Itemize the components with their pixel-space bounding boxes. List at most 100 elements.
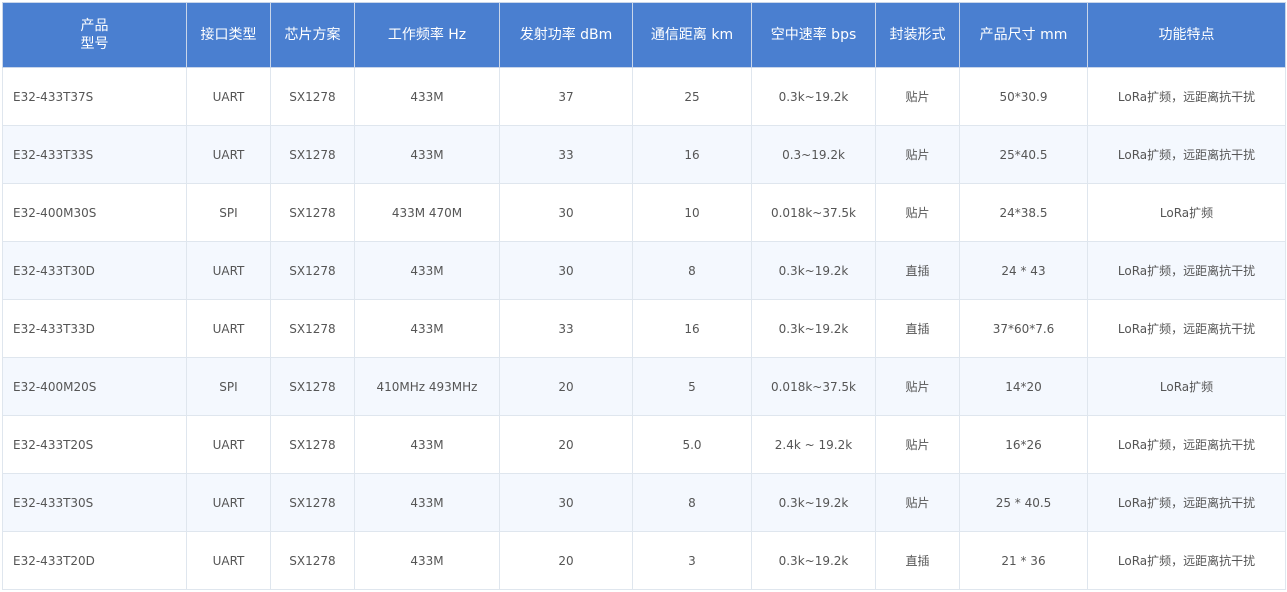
cell-tx-power: 33 [500, 300, 633, 358]
cell-distance: 16 [633, 126, 752, 184]
cell-model[interactable]: E32-433T33D [3, 300, 187, 358]
cell-size: 16*26 [960, 416, 1088, 474]
cell-air-rate: 0.3k~19.2k [752, 532, 876, 590]
cell-interface: UART [187, 126, 271, 184]
cell-interface: UART [187, 474, 271, 532]
column-header-frequency[interactable]: 工作频率 Hz [355, 3, 500, 68]
cell-distance: 10 [633, 184, 752, 242]
cell-size: 21 * 36 [960, 532, 1088, 590]
cell-chip: SX1278 [271, 474, 355, 532]
cell-size: 24*38.5 [960, 184, 1088, 242]
cell-package: 直插 [876, 300, 960, 358]
cell-package: 贴片 [876, 416, 960, 474]
column-header-tx-power[interactable]: 发射功率 dBm [500, 3, 633, 68]
cell-chip: SX1278 [271, 416, 355, 474]
cell-tx-power: 30 [500, 474, 633, 532]
cell-interface: UART [187, 300, 271, 358]
cell-features: LoRa扩频，远距离抗干扰 [1088, 242, 1286, 300]
cell-distance: 5.0 [633, 416, 752, 474]
column-header-features[interactable]: 功能特点 [1088, 3, 1286, 68]
cell-features: LoRa扩频，远距离抗干扰 [1088, 300, 1286, 358]
cell-model[interactable]: E32-433T20S [3, 416, 187, 474]
column-header-distance[interactable]: 通信距离 km [633, 3, 752, 68]
cell-frequency: 433M [355, 416, 500, 474]
cell-interface: UART [187, 242, 271, 300]
cell-model[interactable]: E32-433T37S [3, 68, 187, 126]
cell-tx-power: 20 [500, 416, 633, 474]
cell-package: 贴片 [876, 358, 960, 416]
table-body: E32-433T37SUARTSX1278433M37250.3k~19.2k贴… [3, 68, 1286, 590]
table-row[interactable]: E32-433T30DUARTSX1278433M3080.3k~19.2k直插… [3, 242, 1286, 300]
cell-frequency: 433M [355, 532, 500, 590]
cell-package: 贴片 [876, 474, 960, 532]
cell-frequency: 433M [355, 68, 500, 126]
cell-distance: 25 [633, 68, 752, 126]
column-header-size[interactable]: 产品尺寸 mm [960, 3, 1088, 68]
column-header-model[interactable]: 产品 型号 [3, 3, 187, 68]
column-header-interface[interactable]: 接口类型 [187, 3, 271, 68]
cell-chip: SX1278 [271, 358, 355, 416]
cell-air-rate: 0.018k~37.5k [752, 184, 876, 242]
table-row[interactable]: E32-433T20DUARTSX1278433M2030.3k~19.2k直插… [3, 532, 1286, 590]
table-row[interactable]: E32-433T20SUARTSX1278433M205.02.4k ~ 19.… [3, 416, 1286, 474]
table-row[interactable]: E32-400M30SSPISX1278433M 470M30100.018k~… [3, 184, 1286, 242]
cell-features: LoRa扩频，远距离抗干扰 [1088, 474, 1286, 532]
cell-tx-power: 33 [500, 126, 633, 184]
table-row[interactable]: E32-433T33DUARTSX1278433M33160.3k~19.2k直… [3, 300, 1286, 358]
cell-air-rate: 0.3~19.2k [752, 126, 876, 184]
cell-chip: SX1278 [271, 532, 355, 590]
cell-features: LoRa扩频，远距离抗干扰 [1088, 126, 1286, 184]
cell-air-rate: 0.3k~19.2k [752, 474, 876, 532]
cell-frequency: 410MHz 493MHz [355, 358, 500, 416]
cell-size: 25 * 40.5 [960, 474, 1088, 532]
column-header-air-rate[interactable]: 空中速率 bps [752, 3, 876, 68]
cell-tx-power: 20 [500, 532, 633, 590]
cell-model[interactable]: E32-433T30D [3, 242, 187, 300]
cell-features: LoRa扩频，远距离抗干扰 [1088, 68, 1286, 126]
cell-size: 14*20 [960, 358, 1088, 416]
column-header-package[interactable]: 封装形式 [876, 3, 960, 68]
cell-size: 25*40.5 [960, 126, 1088, 184]
cell-package: 贴片 [876, 68, 960, 126]
cell-chip: SX1278 [271, 300, 355, 358]
cell-features: LoRa扩频，远距离抗干扰 [1088, 416, 1286, 474]
cell-model[interactable]: E32-433T20D [3, 532, 187, 590]
cell-chip: SX1278 [271, 242, 355, 300]
cell-frequency: 433M [355, 242, 500, 300]
table-row[interactable]: E32-433T30SUARTSX1278433M3080.3k~19.2k贴片… [3, 474, 1286, 532]
cell-model[interactable]: E32-433T30S [3, 474, 187, 532]
cell-tx-power: 37 [500, 68, 633, 126]
table-row[interactable]: E32-433T37SUARTSX1278433M37250.3k~19.2k贴… [3, 68, 1286, 126]
cell-frequency: 433M 470M [355, 184, 500, 242]
cell-package: 直插 [876, 532, 960, 590]
cell-chip: SX1278 [271, 126, 355, 184]
cell-frequency: 433M [355, 300, 500, 358]
cell-interface: SPI [187, 358, 271, 416]
column-header-model-line1: 产品 [7, 17, 182, 35]
cell-package: 直插 [876, 242, 960, 300]
column-header-chip[interactable]: 芯片方案 [271, 3, 355, 68]
cell-tx-power: 30 [500, 184, 633, 242]
cell-chip: SX1278 [271, 68, 355, 126]
product-table-container: 产品 型号 接口类型 芯片方案 工作频率 Hz 发射功率 dBm 通信距离 km… [2, 2, 1285, 590]
cell-distance: 8 [633, 242, 752, 300]
cell-model[interactable]: E32-400M20S [3, 358, 187, 416]
cell-distance: 5 [633, 358, 752, 416]
cell-package: 贴片 [876, 184, 960, 242]
cell-model[interactable]: E32-400M30S [3, 184, 187, 242]
cell-features: LoRa扩频，远距离抗干扰 [1088, 532, 1286, 590]
cell-model[interactable]: E32-433T33S [3, 126, 187, 184]
cell-interface: UART [187, 68, 271, 126]
table-row[interactable]: E32-433T33SUARTSX1278433M33160.3~19.2k贴片… [3, 126, 1286, 184]
table-row[interactable]: E32-400M20SSPISX1278410MHz 493MHz2050.01… [3, 358, 1286, 416]
column-header-model-line2: 型号 [7, 35, 182, 53]
cell-frequency: 433M [355, 126, 500, 184]
cell-features: LoRa扩频 [1088, 358, 1286, 416]
cell-tx-power: 30 [500, 242, 633, 300]
cell-air-rate: 0.3k~19.2k [752, 242, 876, 300]
cell-size: 37*60*7.6 [960, 300, 1088, 358]
cell-size: 50*30.9 [960, 68, 1088, 126]
cell-features: LoRa扩频 [1088, 184, 1286, 242]
cell-air-rate: 0.3k~19.2k [752, 68, 876, 126]
cell-distance: 16 [633, 300, 752, 358]
